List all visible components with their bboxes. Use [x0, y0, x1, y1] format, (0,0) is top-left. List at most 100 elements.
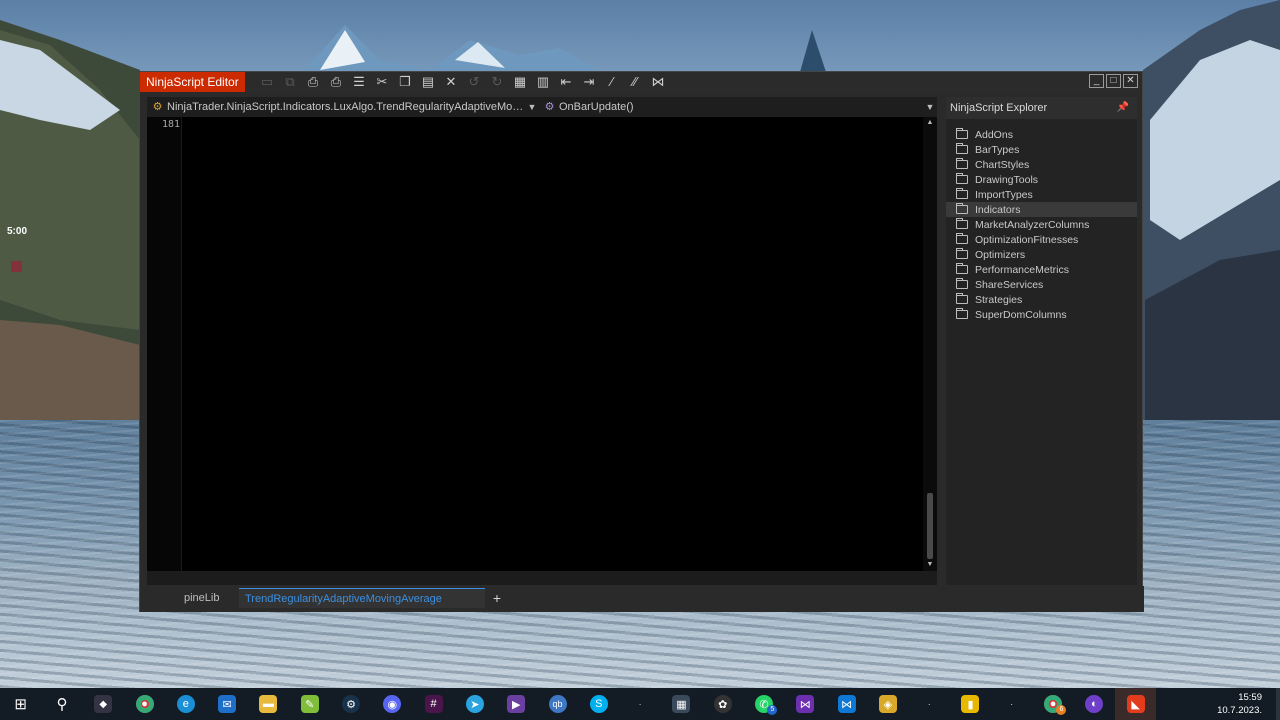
taskbar-slack[interactable]: # [413, 688, 454, 720]
taskbar-qbittorrent[interactable]: qb [537, 688, 578, 720]
taskbar-notepad-plus-plus[interactable]: ✎ [289, 688, 330, 720]
folder-icon [956, 158, 968, 169]
scroll-thumb[interactable] [927, 493, 933, 559]
scroll-up-icon[interactable]: ▲ [923, 117, 937, 129]
copy-icon[interactable]: ❐ [396, 73, 414, 91]
timer-label: 5:00 [6, 226, 27, 237]
openai-icon: ✿ [713, 695, 732, 713]
taskbar-visual-studio[interactable]: ⋈ [785, 688, 826, 720]
explorer-folder[interactable]: ChartStyles [946, 157, 1137, 172]
taskbar-ninjatrader[interactable]: ◣ [1115, 688, 1157, 720]
stop-record-button[interactable] [11, 261, 22, 272]
document-tabs: pineLib TrendRegularityAdaptiveMovingAve… [140, 586, 1144, 612]
taskbar-calculator[interactable]: ▦ [661, 688, 702, 720]
compile-icon[interactable]: ▥ [534, 73, 552, 91]
taskbar-sticky-notes[interactable]: ▮ [950, 688, 991, 720]
taskbar-visual-studio-preview[interactable]: ▶ [496, 688, 537, 720]
print-icon[interactable]: ⎙ [304, 73, 322, 91]
sticky-notes-icon: ▮ [961, 695, 980, 713]
taskbar-chrome-profile[interactable]: ● 6 [1032, 688, 1073, 720]
tray-separator-2: · [909, 688, 950, 720]
explorer-folder[interactable]: SuperDomColumns [946, 307, 1137, 322]
taskbar-skype[interactable]: S [578, 688, 619, 720]
window-controls: _ □ ✕ [1089, 74, 1138, 88]
taskbar-steam[interactable]: ⚙ [330, 688, 371, 720]
paste-icon[interactable]: ▤ [419, 73, 437, 91]
member-selector[interactable]: ⚙ OnBarUpdate() ▼ [539, 97, 937, 117]
uncomment-icon[interactable]: ∕∕ [626, 73, 644, 91]
task-view-button[interactable]: ◆ [83, 688, 124, 720]
taskbar-telegram[interactable]: ➤ [454, 688, 495, 720]
taskbar-edge[interactable]: e [165, 688, 206, 720]
start-button[interactable]: ⊞ [0, 688, 41, 720]
toolbar: ▭ ⧉ ⎙ ⎙ ☰ ✂ ❐ ▤ ✕ ↺ ↻ ▦ ▥ ⇤ ⇥ ∕ ∕∕ ⋈ [258, 73, 667, 93]
line-number: 181 [161, 119, 180, 130]
search-button[interactable]: ⚲ [41, 688, 82, 720]
vertical-scrollbar[interactable]: ▲ ▼ [923, 117, 937, 571]
scroll-down-icon[interactable]: ▼ [923, 559, 937, 571]
taskbar-discord[interactable]: ◉ [372, 688, 413, 720]
explorer-folder[interactable]: BarTypes [946, 142, 1137, 157]
pin-icon[interactable]: 📌 [1117, 97, 1129, 119]
visual-studio-icon[interactable]: ⋈ [649, 73, 667, 91]
explorer-folder[interactable]: Optimizers [946, 247, 1137, 262]
taskbar: ⊞ ⚲ ◆ ● e ✉ ▬ ✎ ⚙ ◉ # ➤ ▶ qb S · ▦ ✿ ✆ 5 … [0, 688, 1280, 720]
taskbar-openai[interactable]: ✿ [702, 688, 743, 720]
explorer-folder[interactable]: MarketAnalyzerColumns [946, 217, 1137, 232]
type-selector[interactable]: ⚙ NinjaTrader.NinjaScript.Indicators.Lux… [147, 97, 539, 117]
code-editor[interactable]: ⚙ NinjaTrader.NinjaScript.Indicators.Lux… [147, 97, 937, 585]
folder-icon [956, 143, 968, 154]
show-desktop-button[interactable] [1276, 688, 1280, 720]
save-all-icon[interactable]: ⧉ [281, 73, 299, 91]
taskbar-mail[interactable]: ✉ [206, 688, 247, 720]
folder-icon [956, 203, 968, 214]
close-icon[interactable]: ✕ [1123, 74, 1138, 88]
ninjatrader-icon: ◣ [1126, 695, 1145, 713]
ninjascript-editor-window: NinjaScript Editor ▭ ⧉ ⎙ ⎙ ☰ ✂ ❐ ▤ ✕ ↺ ↻… [139, 71, 1144, 612]
discord-icon: ◉ [383, 695, 402, 713]
tab-pinelib[interactable]: pineLib [178, 588, 225, 608]
explorer-folder[interactable]: OptimizationFitnesses [946, 232, 1137, 247]
title-bar[interactable]: NinjaScript Editor ▭ ⧉ ⎙ ⎙ ☰ ✂ ❐ ▤ ✕ ↺ ↻… [140, 72, 1142, 94]
explorer-folder[interactable]: AddOns [946, 127, 1137, 142]
redo-icon[interactable]: ↻ [488, 73, 506, 91]
taskbar-file-explorer[interactable]: ▬ [248, 688, 289, 720]
taskbar-github-desktop[interactable]: ◐ [1074, 688, 1115, 720]
dot-icon: · [927, 699, 931, 709]
add-tab-button[interactable]: + [488, 588, 506, 608]
explorer-folder[interactable]: ImportTypes [946, 187, 1137, 202]
explorer-folder[interactable]: DrawingTools [946, 172, 1137, 187]
tab-trend-regularity[interactable]: TrendRegularityAdaptiveMovingAverage [239, 588, 485, 608]
type-selector-value: NinjaTrader.NinjaScript.Indicators.LuxAl… [167, 101, 525, 113]
minimize-icon[interactable]: _ [1089, 74, 1104, 88]
delete-icon[interactable]: ✕ [442, 73, 460, 91]
save-icon[interactable]: ▭ [258, 73, 276, 91]
comment-icon[interactable]: ∕ [603, 73, 621, 91]
explorer-header: NinjaScript Explorer 📌 [946, 97, 1137, 119]
maximize-icon[interactable]: □ [1106, 74, 1121, 88]
taskbar-chrome[interactable]: ● [124, 688, 165, 720]
skype-icon: S [589, 695, 608, 713]
explorer-folder[interactable]: ShareServices [946, 277, 1137, 292]
navigation-bar: ⚙ NinjaTrader.NinjaScript.Indicators.Lux… [147, 97, 937, 117]
taskbar-app-store[interactable]: ◈ [867, 688, 908, 720]
calculator-icon: ▦ [672, 695, 691, 713]
undo-icon[interactable]: ↺ [465, 73, 483, 91]
print-preview-icon[interactable]: ⎙ [327, 73, 345, 91]
visual-studio-preview-icon: ▶ [507, 695, 526, 713]
horizontal-scrollbar[interactable] [147, 571, 937, 585]
indent-icon[interactable]: ⇥ [580, 73, 598, 91]
taskbar-whatsapp[interactable]: ✆ 5 [743, 688, 784, 720]
telegram-icon: ➤ [465, 695, 484, 713]
explorer-folder-selected[interactable]: Indicators [946, 202, 1137, 217]
taskbar-vscode[interactable]: ⋈ [826, 688, 867, 720]
find-icon[interactable]: ▦ [511, 73, 529, 91]
explorer-folder[interactable]: PerformanceMetrics [946, 262, 1137, 277]
taskbar-clock[interactable]: 15:59 10.7.2023. [1202, 688, 1262, 720]
whatsapp-badge: 5 [767, 705, 778, 715]
outdent-icon[interactable]: ⇤ [557, 73, 575, 91]
explorer-folder[interactable]: Strategies [946, 292, 1137, 307]
folder-icon [956, 218, 968, 229]
cut-icon[interactable]: ✂ [373, 73, 391, 91]
page-setup-icon[interactable]: ☰ [350, 73, 368, 91]
